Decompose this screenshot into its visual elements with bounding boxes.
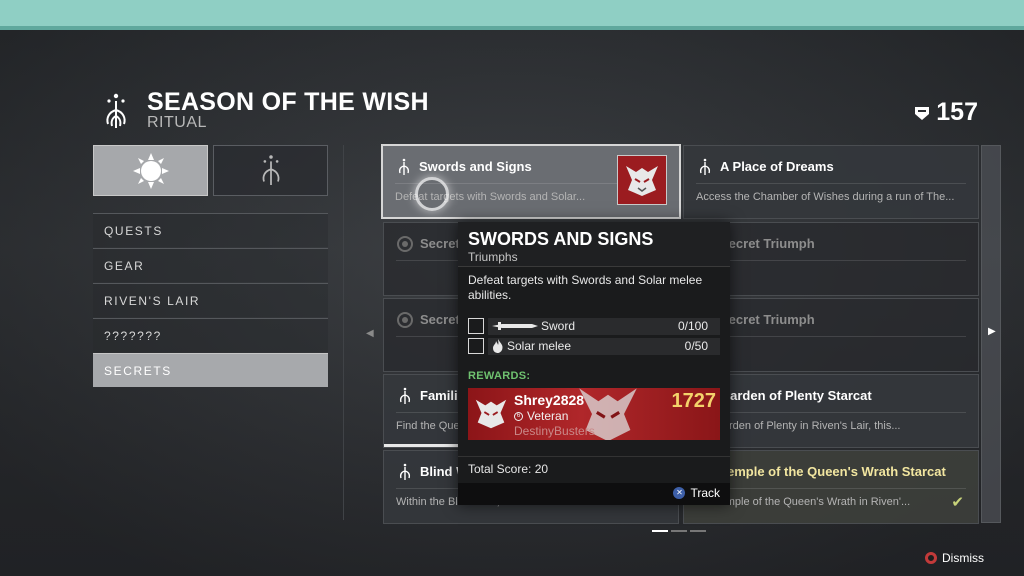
wolf-emblem-icon — [617, 155, 667, 205]
tab-wish-sigil[interactable] — [213, 145, 328, 196]
tooltip-separator — [458, 456, 730, 457]
card-title: Temple of the Queen's Wrath Starcat — [720, 464, 946, 479]
emblem-clan: DestinyBusters — [514, 424, 595, 438]
power-shield-icon — [915, 106, 930, 120]
objective-label: Solar melee — [507, 339, 572, 353]
dismiss-label: Dismiss — [942, 551, 984, 565]
secret-gear-icon — [397, 312, 413, 328]
objective-count: 0/100 — [677, 319, 708, 333]
card-progress-bar — [384, 444, 467, 447]
card-description: Access the Chamber of Wishes during a ru… — [696, 191, 955, 203]
reward-emblem: Shrey2828 6 Veteran DestinyBusters 1727 — [468, 388, 720, 440]
nav-item-gear[interactable]: GEAR — [93, 248, 328, 282]
card-divider — [696, 183, 966, 184]
page-dot — [671, 530, 687, 532]
objective-count: 0/50 — [684, 339, 708, 353]
card-divider — [696, 336, 966, 337]
sun-burst-icon — [132, 152, 169, 189]
card-title: A Place of Dreams — [720, 159, 834, 174]
tooltip-title: SWORDS AND SIGNS — [468, 229, 654, 249]
page-indicator — [652, 530, 706, 532]
page-dot — [690, 530, 706, 532]
cross-button-icon: ✕ — [673, 487, 686, 499]
card-divider — [696, 488, 966, 489]
season-subtitle: RITUAL — [147, 114, 207, 131]
page-dot-active — [652, 530, 668, 532]
track-button[interactable]: ✕ Track — [673, 486, 720, 500]
objective-solar-melee: Solar melee 0/50 — [468, 338, 720, 355]
card-divider — [696, 412, 966, 413]
card-description: the Garden of Plenty in Riven's Lair, th… — [696, 420, 901, 432]
emblem-rank-label: Veteran — [527, 409, 569, 423]
tooltip-description: Defeat targets with Swords and Solar mel… — [468, 273, 703, 302]
card-title: Secret Triumph — [720, 312, 815, 327]
section-nav: QUESTS GEAR RIVEN'S LAIR ??????? SECRETS — [93, 213, 328, 388]
dismiss-button[interactable]: Dismiss — [925, 551, 984, 565]
objective-checkbox — [468, 338, 484, 354]
wolf-medallion-icon — [475, 399, 507, 429]
triumph-card-a-place-of-dreams[interactable]: A Place of Dreams Access the Chamber of … — [683, 145, 979, 219]
total-score: Total Score: 20 — [468, 462, 549, 476]
nav-divider — [343, 145, 344, 520]
checkmark-icon: ✔ — [951, 494, 964, 511]
chevron-right-icon: ▶ — [988, 326, 996, 337]
rewards-label: REWARDS: — [468, 370, 531, 382]
emblem-rank: 6 Veteran — [514, 409, 568, 423]
triumph-tooltip: SWORDS AND SIGNS Triumphs Defeat targets… — [458, 222, 730, 505]
objective-sword: Sword 0/100 — [468, 318, 720, 335]
card-divider — [696, 260, 966, 261]
season-wish-icon — [106, 93, 126, 128]
solar-flame-icon — [493, 339, 503, 353]
nav-item-quests[interactable]: QUESTS — [93, 213, 328, 247]
card-title: Secret Triumph — [720, 236, 815, 251]
secret-gear-icon — [397, 236, 413, 252]
emblem-power: 1727 — [671, 390, 717, 412]
top-accent-bar — [0, 0, 1024, 26]
track-label: Track — [690, 486, 720, 500]
card-title: Swords and Signs — [419, 159, 532, 174]
tooltip-footer: ✕ Track — [458, 483, 730, 505]
scroll-left-arrow-icon[interactable]: ◀ — [366, 328, 374, 339]
card-description: the Temple of the Queen's Wrath in Riven… — [696, 496, 911, 508]
rank-icon: 6 — [514, 411, 523, 421]
nav-item-secrets[interactable]: SECRETS — [93, 353, 328, 387]
scroll-right-button[interactable]: ▶ — [981, 145, 1001, 523]
tab-seasonal-sun[interactable] — [93, 145, 208, 196]
tooltip-header: SWORDS AND SIGNS Triumphs — [458, 222, 730, 267]
triumph-sigil-icon — [398, 158, 410, 175]
nav-item-rivens-lair[interactable]: RIVEN'S LAIR — [93, 283, 328, 317]
emblem-player-name: Shrey2828 — [514, 392, 585, 408]
tooltip-category: Triumphs — [468, 250, 518, 264]
circle-button-icon — [925, 552, 937, 564]
card-title: Garden of Plenty Starcat — [720, 388, 872, 403]
controller-cursor — [415, 177, 449, 211]
triumph-sigil-icon — [399, 387, 411, 404]
objective-label: Sword — [541, 319, 576, 333]
triumph-sigil-icon — [399, 463, 411, 480]
objective-checkbox — [468, 318, 484, 334]
season-title: SEASON OF THE WISH — [147, 88, 429, 116]
power-value: 157 — [936, 98, 978, 126]
wish-sigil-icon — [262, 154, 279, 185]
triumph-sigil-icon — [699, 158, 711, 175]
sword-icon — [492, 322, 538, 330]
nav-item-hidden[interactable]: ??????? — [93, 318, 328, 352]
power-level: 157 — [914, 98, 978, 127]
